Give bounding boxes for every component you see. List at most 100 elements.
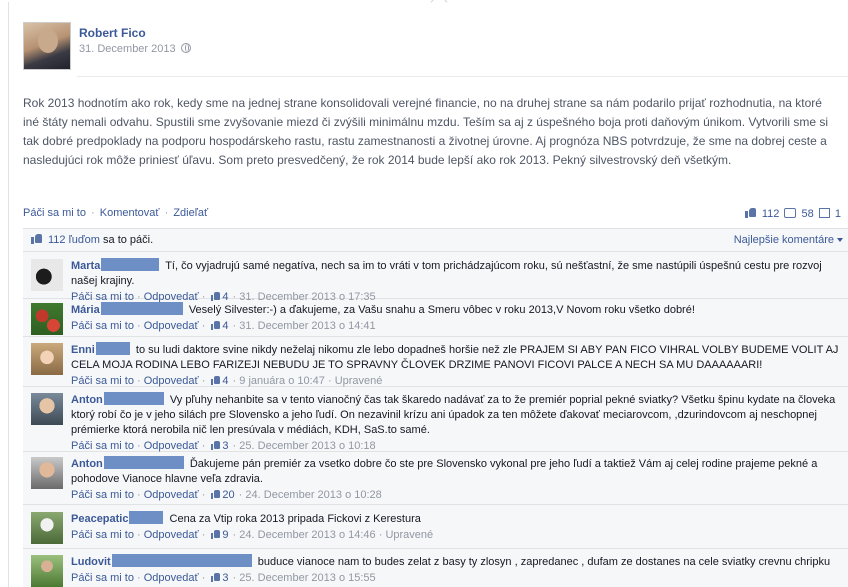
- comment-sort-label: Najlepšie komentáre: [733, 234, 834, 246]
- comment-like-button[interactable]: Páči sa mi to: [71, 440, 134, 452]
- comment-text: buduce vianoce nam to budes zelat z basy…: [257, 556, 831, 568]
- commenter-avatar[interactable]: [31, 555, 63, 587]
- likes-suffix: sa to páči.: [99, 234, 154, 246]
- likes-count[interactable]: 112: [762, 208, 780, 220]
- commenter-avatar[interactable]: [31, 259, 63, 291]
- comment-text: Cena za Vtip roka 2013 pripada Fickovi z…: [169, 513, 421, 525]
- comment-text: to su ludi daktore svine nikdy neželaj n…: [71, 344, 839, 371]
- comment-reply-button[interactable]: Odpovedať: [144, 320, 199, 332]
- comment-item: Anton Ďakujeme pán premiér za vsetko dob…: [23, 452, 848, 505]
- comment-meta: Páči sa mi to · Odpovedať · 9 · 24. Decem…: [71, 529, 434, 541]
- thumbs-up-icon: [211, 573, 221, 582]
- commenter-name[interactable]: Anton: [71, 458, 103, 470]
- divider: [77, 76, 848, 77]
- comment-body: Peacepatic Cena za Vtip roka 2013 pripad…: [71, 511, 841, 543]
- post-card: Robert Fico 31. December 2013 Rok 2013 h…: [8, 0, 848, 587]
- likers-link[interactable]: 112 ľuďom: [48, 234, 100, 246]
- thumbs-up-icon: [211, 530, 221, 539]
- post-counts: 112 58 1: [743, 207, 841, 220]
- commenter-avatar[interactable]: [31, 343, 63, 375]
- comment-like-count[interactable]: 4: [222, 375, 228, 387]
- comment-body: Mária Veselý Silvester:-) a ďakujeme, za…: [71, 302, 841, 334]
- comment-like-count[interactable]: 3: [222, 440, 228, 452]
- thumbs-up-icon: [211, 441, 221, 450]
- redacted-surname: [101, 258, 160, 271]
- commenter-avatar[interactable]: [31, 303, 63, 335]
- comment-text: Vy pľuhy nehanbite sa v tento vianočný č…: [71, 394, 836, 436]
- comment-like-button[interactable]: Páči sa mi to: [71, 529, 134, 541]
- comment-body: Anton Ďakujeme pán premiér za vsetko dob…: [71, 456, 841, 503]
- comment-item: Mária Veselý Silvester:-) a ďakujeme, za…: [23, 299, 848, 337]
- comment-like-count[interactable]: 4: [222, 320, 228, 332]
- share-button[interactable]: Zdieľať: [173, 207, 208, 219]
- redacted-surname: [100, 302, 183, 315]
- redacted-surname: [103, 392, 164, 405]
- post-timestamp[interactable]: 31. December 2013: [79, 43, 176, 55]
- comment-body: Enni to su ludi daktore svine nikdy neže…: [71, 342, 841, 389]
- commenter-name[interactable]: Mária: [71, 304, 100, 316]
- shares-count[interactable]: 1: [835, 208, 841, 220]
- comment-timestamp[interactable]: 31. December 2013 o 14:41: [239, 320, 375, 332]
- commenter-avatar[interactable]: [31, 457, 63, 489]
- thumbs-up-icon: [31, 234, 42, 244]
- chevron-down-icon: [837, 238, 843, 242]
- author-avatar[interactable]: [23, 22, 71, 70]
- like-icon: [744, 207, 757, 218]
- edited-label[interactable]: Upravené: [385, 529, 433, 541]
- redacted-surname: [95, 342, 130, 355]
- comment-body: Ludovit buduce vianoce nam to budes zela…: [71, 554, 841, 586]
- thumbs-up-icon: [211, 321, 221, 330]
- comment-like-button[interactable]: Páči sa mi to: [71, 320, 134, 332]
- commenter-avatar[interactable]: [31, 393, 63, 425]
- comment-meta: Páči sa mi to · Odpovedať · 4 · 31. Decem…: [71, 320, 376, 332]
- comment-timestamp[interactable]: 9 januára o 10:47: [239, 375, 325, 387]
- edited-label[interactable]: Upravené: [335, 375, 383, 387]
- thumbs-up-icon: [211, 376, 221, 385]
- comment-icon: [784, 208, 797, 218]
- comment-reply-button[interactable]: Odpovedať: [144, 375, 199, 387]
- comment-body: Marta Tí, čo vyjadrujú samé negatíva, ne…: [71, 258, 841, 305]
- comment-timestamp[interactable]: 25. December 2013 o 15:55: [239, 572, 375, 584]
- comment-like-count[interactable]: 9: [222, 529, 228, 541]
- thumbs-up-icon: [211, 490, 221, 499]
- share-icon: [818, 208, 830, 218]
- comment-reply-button[interactable]: Odpovedať: [144, 440, 199, 452]
- comment-reply-button[interactable]: Odpovedať: [144, 489, 199, 501]
- commenter-name[interactable]: Peacepatic: [71, 513, 128, 525]
- comment-item: Peacepatic Cena za Vtip roka 2013 pripad…: [23, 505, 848, 549]
- comment-body: Anton Vy pľuhy nehanbite sa v tento vian…: [71, 392, 841, 454]
- comment-reply-button[interactable]: Odpovedať: [144, 572, 199, 584]
- like-button[interactable]: Páči sa mi to: [23, 207, 86, 219]
- commenter-name[interactable]: Enni: [71, 344, 95, 356]
- commenter-name[interactable]: Marta: [71, 260, 100, 272]
- globe-icon: [180, 43, 191, 53]
- commenter-name[interactable]: Ludovit: [71, 556, 111, 568]
- comments-count[interactable]: 58: [802, 208, 814, 220]
- comment-button[interactable]: Komentovať: [100, 207, 160, 219]
- comment-like-button[interactable]: Páči sa mi to: [71, 375, 134, 387]
- comment-sort-dropdown[interactable]: Najlepšie komentáre: [734, 234, 843, 246]
- comment-like-count[interactable]: 20: [222, 489, 234, 501]
- comment-meta: Páči sa mi to · Odpovedať · 20 · 24. Dece…: [71, 489, 382, 501]
- commenter-name[interactable]: Anton: [71, 394, 103, 406]
- comment-timestamp[interactable]: 25. December 2013 o 10:18: [239, 440, 375, 452]
- post-date: 31. December 2013: [79, 43, 191, 55]
- comment-like-button[interactable]: Páči sa mi to: [71, 489, 134, 501]
- likes-summary: 112 ľuďom sa to páči. Najlepšie komentár…: [23, 229, 848, 252]
- comment-like-button[interactable]: Páči sa mi to: [71, 572, 134, 584]
- author-name[interactable]: Robert Fico: [79, 26, 146, 40]
- comment-timestamp[interactable]: 24. December 2013 o 14:46: [239, 529, 375, 541]
- comment-item: Enni to su ludi daktore svine nikdy neže…: [23, 337, 848, 387]
- post-text: Rok 2013 hodnotím ako rok, kedy sme na j…: [23, 96, 828, 167]
- redacted-surname: [103, 456, 184, 469]
- timeline-notch: [430, 0, 448, 11]
- comment-text: Tí, čo vyjadrujú samé negatíva, nech sa …: [71, 260, 822, 287]
- comment-reply-button[interactable]: Odpovedať: [144, 529, 199, 541]
- comment-item: Anton Vy pľuhy nehanbite sa v tento vian…: [23, 387, 848, 452]
- commenter-avatar[interactable]: [31, 512, 63, 544]
- comment-like-count[interactable]: 3: [222, 572, 228, 584]
- redacted-surname: [111, 554, 252, 567]
- comment-text: Veselý Silvester:-) a ďakujeme, za Vašu …: [188, 304, 695, 316]
- redacted-surname: [129, 511, 164, 524]
- comment-timestamp[interactable]: 24. December 2013 o 10:28: [245, 489, 381, 501]
